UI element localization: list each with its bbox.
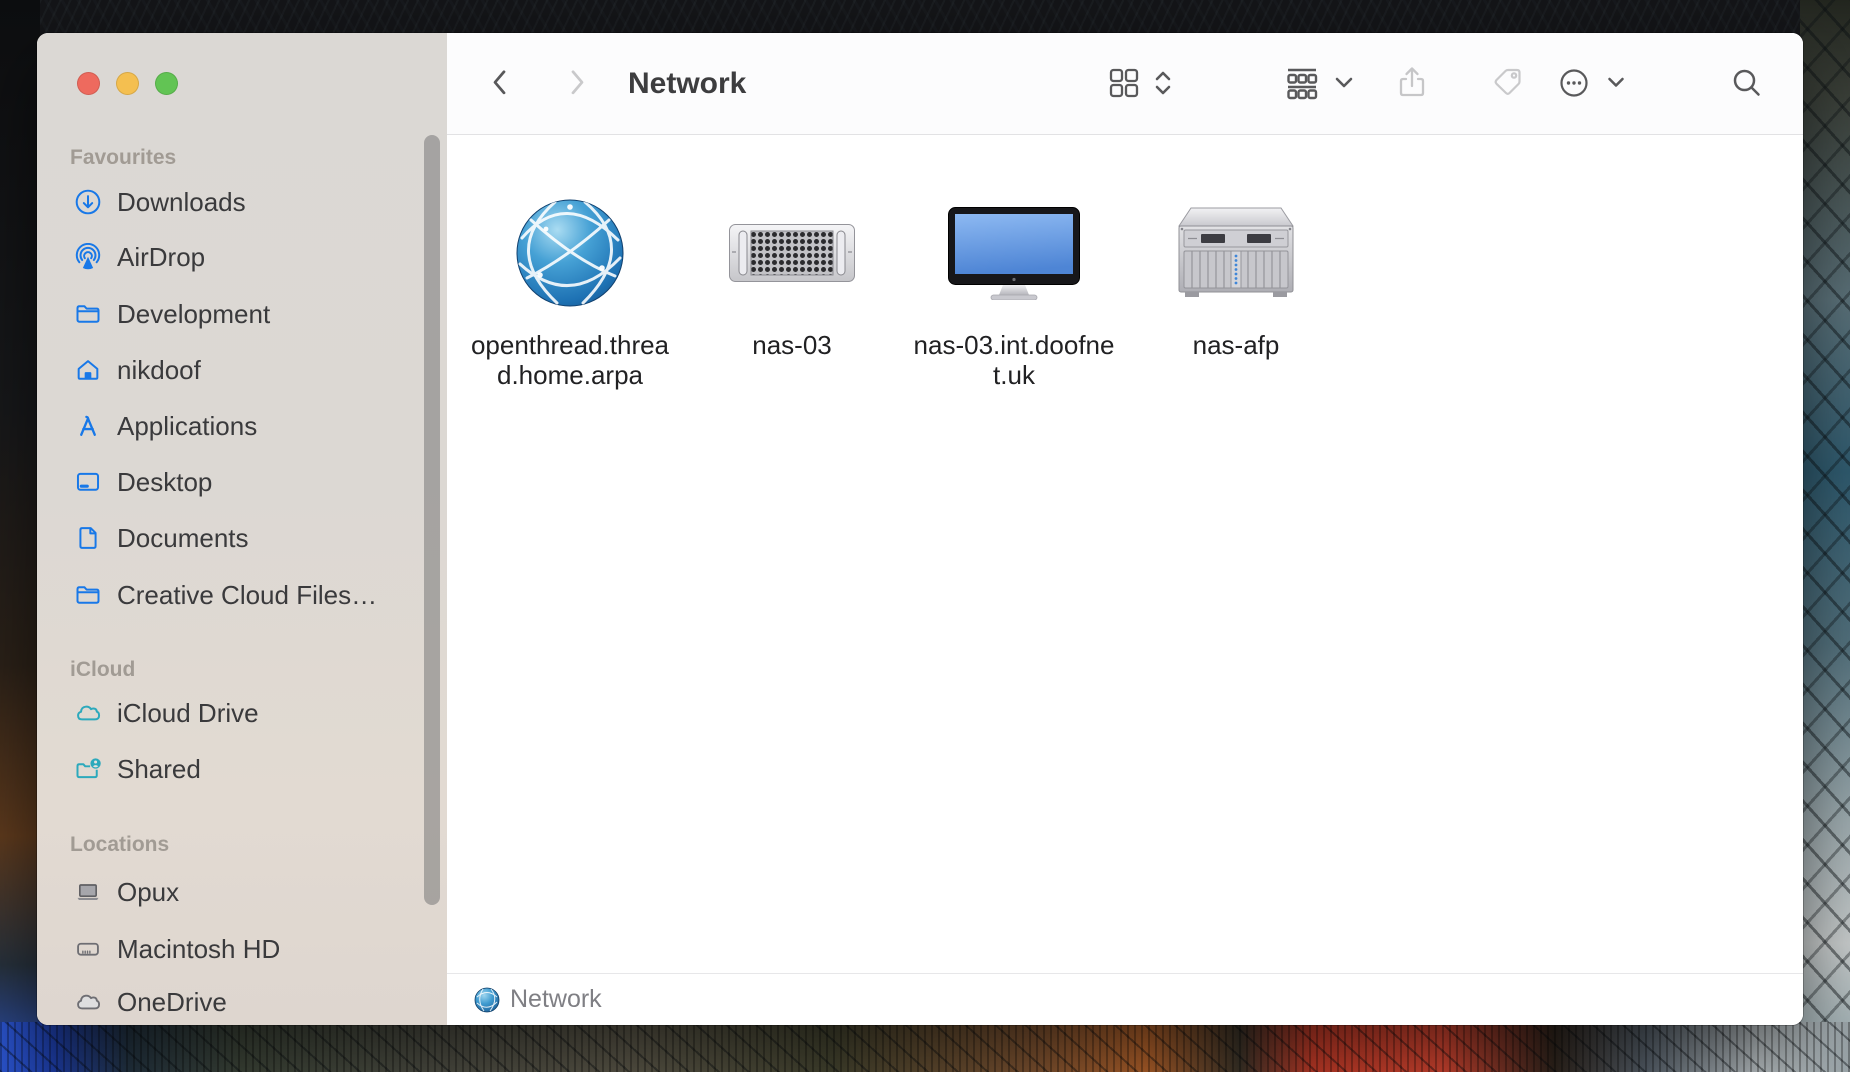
- laptop-icon: [71, 875, 105, 909]
- sidebar-item-label: Macintosh HD: [117, 934, 280, 965]
- chevron-down-icon[interactable]: [1606, 75, 1626, 91]
- main-pane: Network: [447, 33, 1803, 1025]
- network-item-nas-afp[interactable]: nas-afp: [1125, 196, 1347, 360]
- sidebar-item-nikdoof[interactable]: nikdoof: [67, 342, 423, 398]
- status-bar: Network: [447, 973, 1803, 1025]
- sidebar-item-applications[interactable]: Applications: [67, 398, 423, 454]
- sidebar-item-label: AirDrop: [117, 242, 205, 273]
- network-item-label: nas-afp: [1193, 330, 1280, 360]
- group-by-button[interactable]: [1284, 66, 1320, 100]
- mac-pro-rack-icon: [729, 196, 855, 310]
- sidebar-item-label: Development: [117, 299, 270, 330]
- network-item-label: openthread.thread.home.arpa: [463, 330, 678, 390]
- sidebar-section-locations: Locations: [70, 831, 169, 859]
- sidebar-item-label: Creative Cloud Files…: [117, 580, 377, 611]
- minimize-button[interactable]: [116, 72, 139, 95]
- folder-icon: [71, 578, 105, 612]
- hard-drive-icon: [71, 932, 105, 966]
- network-item-openthread[interactable]: openthread.thread.home.arpa: [459, 196, 681, 390]
- display-icon: [947, 196, 1081, 310]
- status-location-label: Network: [510, 985, 602, 1014]
- applications-icon: [71, 409, 105, 443]
- sidebar-section-icloud: iCloud: [70, 656, 135, 684]
- sidebar-item-label: OneDrive: [117, 987, 227, 1018]
- sidebar: Favourites Downloads AirDrop Development…: [37, 33, 447, 1025]
- tag-button[interactable]: [1493, 67, 1523, 97]
- sidebar-item-label: Downloads: [117, 187, 246, 218]
- sidebar-item-label: Desktop: [117, 467, 212, 498]
- document-icon: [71, 521, 105, 555]
- forward-button[interactable]: [562, 66, 592, 100]
- sidebar-scrollbar[interactable]: [424, 135, 440, 905]
- airdrop-icon: [71, 240, 105, 274]
- network-item-nas-03[interactable]: nas-03: [681, 196, 903, 360]
- grid-view-button[interactable]: [1107, 66, 1141, 100]
- sidebar-item-macintosh-hd[interactable]: Macintosh HD: [67, 921, 423, 977]
- download-circle-icon: [71, 185, 105, 219]
- network-item-label: nas-03.int.doofnet.uk: [907, 330, 1122, 390]
- icloud-icon: [71, 696, 105, 730]
- view-up-down-chevrons-icon[interactable]: [1153, 68, 1173, 98]
- search-button[interactable]: [1731, 66, 1763, 100]
- zoom-button[interactable]: [155, 72, 178, 95]
- back-button[interactable]: [485, 66, 515, 100]
- sidebar-item-creative-cloud-files[interactable]: Creative Cloud Files…: [67, 567, 423, 623]
- chevron-down-icon[interactable]: [1333, 75, 1355, 91]
- rack-server-icon: [1175, 196, 1297, 310]
- sidebar-item-shared[interactable]: Shared: [67, 741, 423, 797]
- sidebar-item-development[interactable]: Development: [67, 286, 423, 342]
- sidebar-item-downloads[interactable]: Downloads: [67, 174, 423, 230]
- shared-folder-icon: [71, 752, 105, 786]
- share-button[interactable]: [1395, 66, 1429, 100]
- network-browser-content: openthread.thread.home.arpa: [447, 135, 1803, 973]
- wallpaper-left-strip: [0, 0, 40, 1072]
- toolbar: Network: [447, 33, 1803, 135]
- cloud-icon: [71, 985, 105, 1019]
- sidebar-item-label: Applications: [117, 411, 257, 442]
- home-icon: [71, 353, 105, 387]
- sidebar-item-label: iCloud Drive: [117, 698, 259, 729]
- sidebar-item-label: Documents: [117, 523, 249, 554]
- sidebar-item-desktop[interactable]: Desktop: [67, 454, 423, 510]
- sidebar-item-opux[interactable]: Opux: [67, 864, 423, 920]
- sidebar-item-label: nikdoof: [117, 355, 201, 386]
- network-item-nas-03-doofnet[interactable]: nas-03.int.doofnet.uk: [903, 196, 1125, 390]
- sidebar-item-label: Shared: [117, 754, 201, 785]
- sidebar-item-label: Opux: [117, 877, 179, 908]
- folder-icon: [71, 297, 105, 331]
- wallpaper-right-strip: [1800, 0, 1850, 1072]
- sidebar-item-airdrop[interactable]: AirDrop: [67, 229, 423, 285]
- sidebar-section-favourites: Favourites: [70, 144, 176, 172]
- network-item-label: nas-03: [752, 330, 832, 360]
- close-button[interactable]: [77, 72, 100, 95]
- network-globe-icon: [515, 196, 625, 310]
- sidebar-item-onedrive[interactable]: OneDrive: [67, 974, 423, 1025]
- finder-window: Favourites Downloads AirDrop Development…: [37, 33, 1803, 1025]
- network-globe-icon: [474, 987, 500, 1013]
- wallpaper-bottom-strip: [0, 1022, 1850, 1072]
- sidebar-item-documents[interactable]: Documents: [67, 510, 423, 566]
- sidebar-item-icloud-drive[interactable]: iCloud Drive: [67, 685, 423, 741]
- page-title: Network: [628, 33, 746, 134]
- more-options-button[interactable]: [1559, 68, 1589, 98]
- desktop-icon: [71, 465, 105, 499]
